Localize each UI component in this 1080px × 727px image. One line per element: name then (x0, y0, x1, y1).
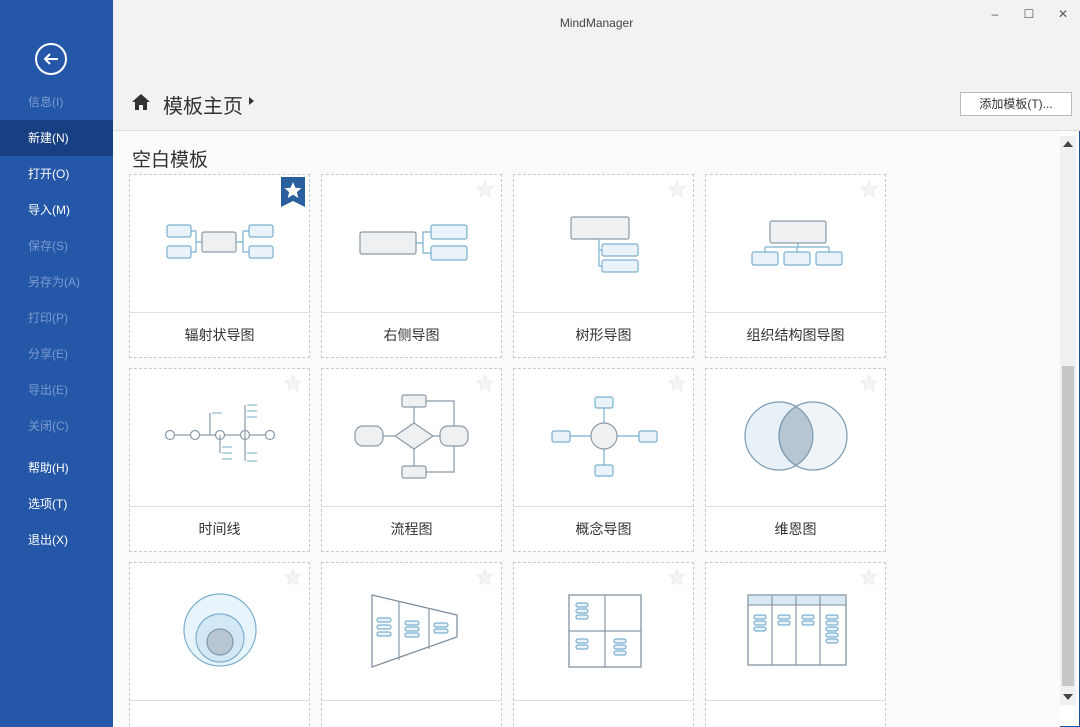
window-title: MindManager (559, 16, 634, 30)
template-card-venn[interactable]: 维恩图 (705, 368, 886, 552)
menu-item: 另存为(A) (28, 275, 80, 289)
favorite-star-outline-icon[interactable] (667, 373, 687, 393)
favorite-star-outline-icon[interactable] (283, 373, 303, 393)
template-card-flow[interactable]: 流程图 (321, 368, 502, 552)
template-label: 组织结构图导图 (746, 327, 845, 343)
menu-item: 关闭(C) (28, 419, 69, 433)
scroll-up-icon[interactable] (1063, 141, 1073, 147)
menu-item[interactable]: 新建(N) (0, 120, 113, 156)
template-card-swimlane[interactable] (705, 562, 886, 727)
maximize-button[interactable]: ☐ (1018, 6, 1040, 22)
close-icon: ✕ (1057, 7, 1069, 21)
favorite-star-outline-icon[interactable] (475, 373, 495, 393)
template-label: 右侧导图 (383, 327, 440, 343)
back-button[interactable] (35, 43, 67, 75)
menu-item: 导出(E) (28, 383, 68, 397)
arrow-left-circle-icon (43, 53, 58, 65)
template-card-org[interactable]: 组织结构图导图 (705, 174, 886, 358)
breadcrumb-templates-home[interactable]: 模板主页 (163, 90, 243, 119)
favorite-star-outline-icon[interactable] (283, 567, 303, 587)
maximize-icon: ☐ (1023, 7, 1035, 21)
template-card-right[interactable]: 右侧导图 (321, 174, 502, 358)
menu-item: 保存(S) (28, 239, 68, 253)
template-card-matrix[interactable] (513, 562, 694, 727)
menu-item[interactable]: 退出(X) (0, 522, 113, 558)
close-button[interactable]: ✕ (1052, 6, 1074, 22)
backstage-menu: 信息(I) 新建(N) 打开(O) 导入(M) 保存(S) 另存为(A) 打印(P) 分享(E… (0, 84, 113, 558)
title-bar: MindManager – ☐ ✕ (113, 0, 1080, 40)
home-icon[interactable] (131, 93, 151, 111)
menu-item: 分享(E) (28, 347, 68, 361)
template-label: 概念导图 (575, 521, 632, 537)
template-card-tree[interactable]: 树形导图 (513, 174, 694, 358)
backstage-sidebar: 信息(I) 新建(N) 打开(O) 导入(M) 保存(S) 另存为(A) 打印(P) 分享(E… (0, 0, 113, 727)
menu-item[interactable]: 选项(T) (0, 486, 113, 522)
minimize-button[interactable]: – (984, 6, 1006, 22)
template-label: 时间线 (198, 521, 241, 537)
favorite-star-icon[interactable] (281, 177, 305, 207)
template-card-funnel[interactable] (321, 562, 502, 727)
favorite-star-outline-icon[interactable] (667, 567, 687, 587)
section-title: 空白模板 (132, 150, 209, 171)
favorite-star-outline-icon[interactable] (475, 567, 495, 587)
template-label: 树形导图 (575, 327, 632, 343)
scroll-down-icon[interactable] (1063, 694, 1073, 700)
template-card-onion[interactable] (129, 562, 310, 727)
menu-item[interactable]: 导入(M) (0, 192, 113, 228)
menu-item[interactable]: 打开(O) (0, 156, 113, 192)
scroll-thumb[interactable] (1062, 366, 1074, 686)
template-card-radial[interactable]: 辐射状导图 (129, 174, 310, 358)
vertical-scrollbar[interactable] (1060, 136, 1076, 705)
template-card-concept[interactable]: 概念导图 (513, 368, 694, 552)
templates-header: 模板主页 添加模板(T)... (113, 40, 1080, 131)
breadcrumb-caret-icon[interactable] (249, 97, 254, 105)
favorite-star-outline-icon[interactable] (859, 567, 879, 587)
favorite-star-outline-icon[interactable] (475, 179, 495, 199)
template-label: 辐射状导图 (184, 327, 255, 343)
template-gallery: 空白模板 辐射状导图 右侧导图 树形导图 组织结构图导图 时间线 流程图 概念导… (113, 131, 1060, 727)
menu-item[interactable]: 帮助(H) (0, 450, 113, 486)
favorite-star-outline-icon[interactable] (667, 179, 687, 199)
template-card-timeline[interactable]: 时间线 (129, 368, 310, 552)
favorite-star-outline-icon[interactable] (859, 179, 879, 199)
favorite-star-outline-icon[interactable] (859, 373, 879, 393)
menu-item: 打印(P) (28, 311, 68, 325)
minimize-icon: – (991, 7, 999, 21)
menu-item: 信息(I) (28, 95, 64, 109)
template-label: 维恩图 (774, 521, 817, 537)
template-label: 流程图 (390, 521, 433, 537)
add-template-button[interactable]: 添加模板(T)... (960, 92, 1072, 116)
